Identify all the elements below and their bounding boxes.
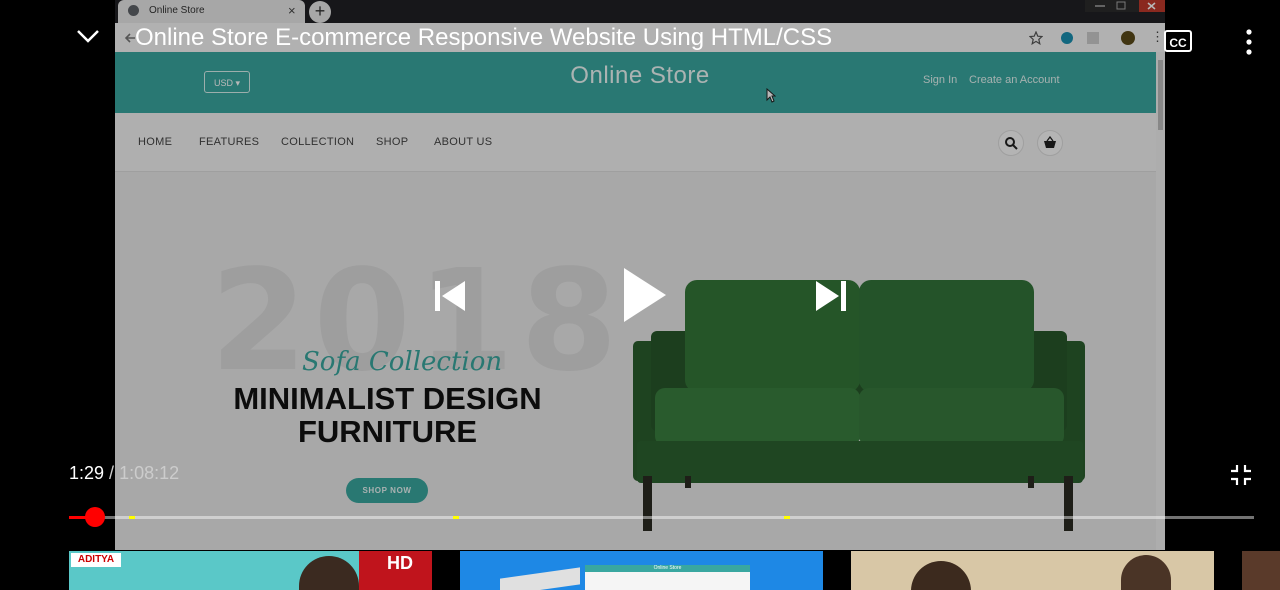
hd-label: HD [387, 553, 413, 573]
video-duration: 1:08:12 [119, 463, 180, 483]
new-tab-icon: + [309, 1, 331, 23]
preview-title: Online Store [653, 565, 682, 571]
related-video-card[interactable]: ADITYA HD [69, 551, 432, 590]
hero-headline: FURNITURE [297, 414, 478, 449]
page-scrollbar-thumb [1158, 60, 1163, 130]
person-image [1121, 555, 1171, 590]
previous-button[interactable] [433, 280, 467, 312]
person-image [911, 561, 971, 590]
nav-item-home: HOME [138, 136, 173, 148]
nav-item-collection: COLLECTION [281, 136, 355, 148]
captions-button[interactable]: CC [1164, 30, 1192, 52]
more-options-icon[interactable] [1240, 28, 1258, 56]
mouse-cursor-icon [766, 88, 776, 103]
next-button[interactable] [814, 280, 848, 312]
time-display: 1:29 / 1:08:12 [69, 463, 179, 484]
hero-script-title: Sofa Collection [302, 347, 503, 377]
shop-now-button: SHOP NOW [346, 478, 428, 503]
hd-banner: HD [359, 551, 432, 590]
search-icon [1005, 137, 1018, 150]
website-preview [500, 567, 580, 590]
exit-fullscreen-icon[interactable] [1230, 464, 1252, 486]
site-search-button [998, 130, 1024, 156]
video-title: Online Store E-commerce Responsive Websi… [135, 24, 833, 51]
star-icon [1029, 31, 1043, 45]
nav-item-about-us: ABOUT US [434, 136, 493, 148]
extension-icon [1061, 32, 1073, 44]
chevron-down-icon[interactable] [76, 28, 100, 44]
nav-item-shop: SHOP [376, 136, 409, 148]
browser-tab-title: Online Store [149, 5, 205, 16]
site-cart-button [1037, 130, 1063, 156]
chapter-marker [453, 516, 459, 519]
play-button[interactable] [620, 266, 668, 324]
time-separator: / [104, 463, 120, 483]
browser-tab-bar: Online Store × + [115, 0, 1165, 23]
menu-dots-icon: ⋮ [1151, 29, 1164, 44]
browser-tab: Online Store × [118, 0, 305, 23]
sofa-image [633, 280, 1085, 531]
related-video-card[interactable] [1242, 551, 1280, 590]
extension-icon [1087, 32, 1099, 44]
website-preview: Online Store [585, 565, 750, 590]
create-account-link: Create an Account [969, 74, 1060, 86]
hero-headline: MINIMALIST DESIGN [233, 381, 542, 416]
channel-badge: ADITYA [71, 553, 121, 567]
tab-close-icon: × [288, 3, 296, 18]
hero-background-year: 2018 [210, 240, 624, 403]
chapter-marker [784, 516, 790, 519]
globe-icon [128, 5, 139, 16]
seek-bar-handle[interactable] [85, 507, 105, 527]
nav-item-features: FEATURES [199, 136, 260, 148]
seek-bar[interactable] [69, 516, 1254, 519]
related-video-card[interactable]: Online Store [460, 551, 823, 590]
window-controls-icon [1085, 0, 1165, 12]
chapter-marker [129, 516, 135, 519]
basket-icon [1044, 136, 1056, 148]
sign-in-link: Sign In [923, 74, 958, 86]
avatar [1121, 31, 1135, 45]
actor-image [299, 556, 359, 590]
related-video-card[interactable] [851, 551, 1214, 590]
current-time: 1:29 [69, 463, 105, 483]
